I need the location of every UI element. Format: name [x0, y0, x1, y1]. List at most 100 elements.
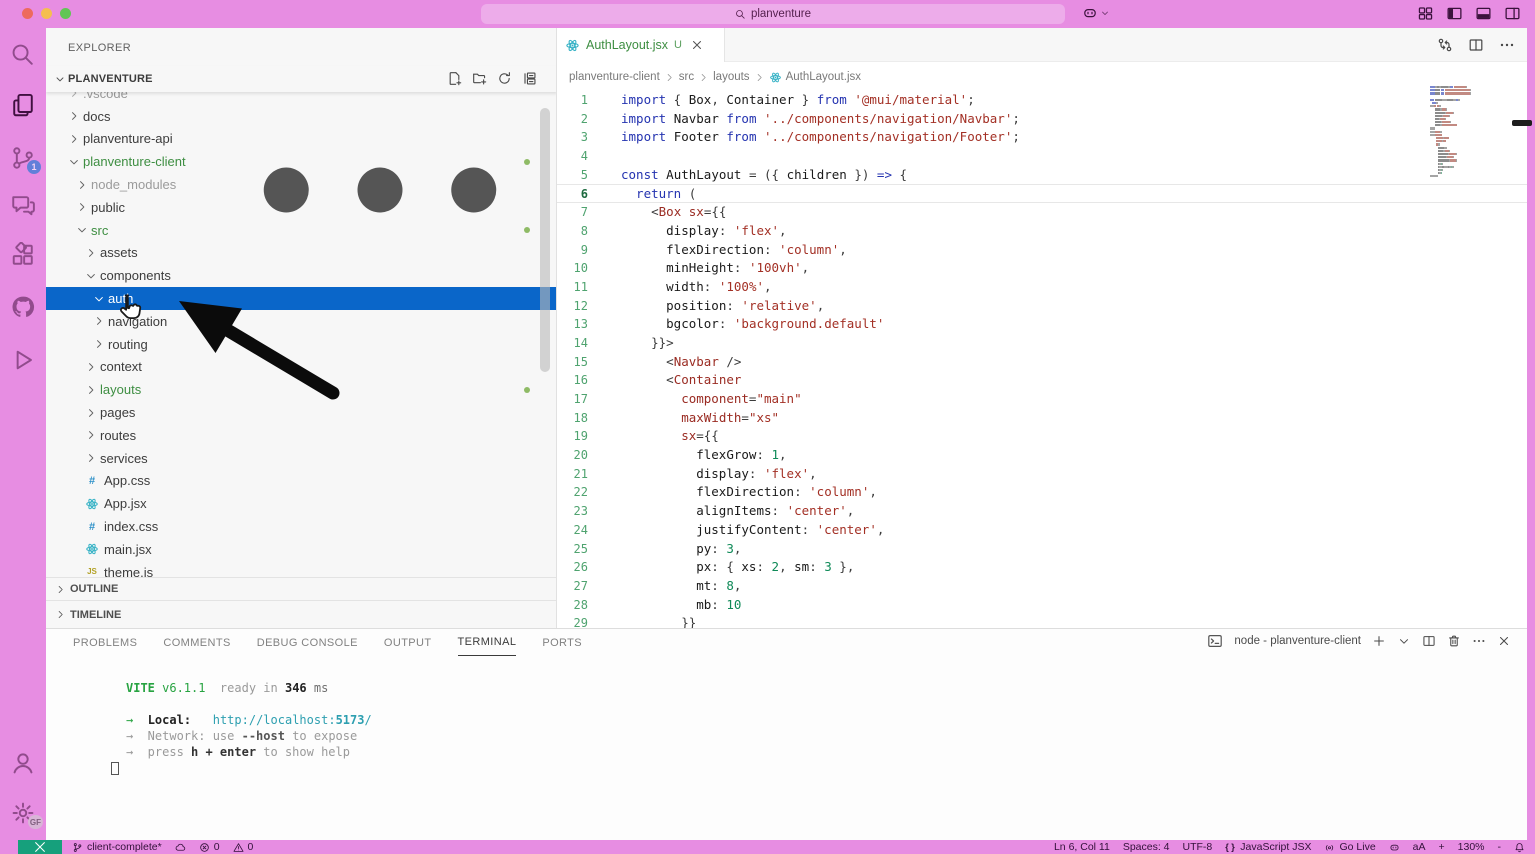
status-git-branch[interactable]: client-complete* — [72, 841, 162, 853]
minimap[interactable] — [1430, 86, 1478, 178]
activity-explorer-icon[interactable] — [10, 92, 36, 118]
code-line-16[interactable]: 16 <Container — [557, 371, 1527, 390]
code-line-28[interactable]: 28 mb: 10 — [557, 596, 1527, 615]
breadcrumb-item[interactable]: AuthLayout.jsx — [786, 71, 861, 83]
status-copilot-status[interactable] — [1389, 842, 1400, 853]
tree-item-auth[interactable]: auth — [46, 287, 556, 310]
tree-item-layouts[interactable]: layouts — [46, 378, 556, 401]
breadcrumb-item[interactable]: planventure-client — [569, 71, 660, 83]
outline-section[interactable]: OUTLINE — [46, 577, 556, 600]
tree-item-assets[interactable]: assets — [46, 242, 556, 265]
close-panel-icon[interactable] — [1497, 634, 1511, 648]
sidebar-scrollbar[interactable] — [540, 108, 550, 372]
code-line-26[interactable]: 26 px: { xs: 2, sm: 3 }, — [557, 558, 1527, 577]
status-zoom-out[interactable]: - — [1498, 841, 1502, 853]
new-terminal-icon[interactable] — [1372, 634, 1386, 648]
breadcrumb-item[interactable]: src — [679, 71, 694, 83]
toggle-secondary-sidebar-icon[interactable] — [1504, 5, 1521, 22]
terminal-profiles-icon[interactable] — [1397, 634, 1411, 648]
status-language-mode[interactable]: { } JavaScript JSX — [1225, 841, 1311, 853]
activity-chat-icon[interactable] — [10, 192, 36, 218]
terminal-title[interactable]: node - planventure-client — [1234, 635, 1361, 647]
panel-tab-output[interactable]: OUTPUT — [384, 629, 432, 656]
panel-tab-comments[interactable]: COMMENTS — [163, 629, 230, 656]
tree-item-pages[interactable]: pages — [46, 401, 556, 424]
code-line-13[interactable]: 13 bgcolor: 'background.default' — [557, 315, 1527, 334]
status-go-live[interactable]: Go Live — [1324, 841, 1376, 853]
terminal-output[interactable]: VITE v6.1.1 ready in 346 ms → Local: http… — [92, 655, 1527, 840]
code-line-12[interactable]: 12 position: 'relative', — [557, 297, 1527, 316]
activity-extensions-icon[interactable] — [10, 242, 36, 268]
tree-item-navigation[interactable]: navigation — [46, 310, 556, 333]
code-editor[interactable]: 1 import { Box, Container } from '@mui/ma… — [557, 88, 1527, 628]
status-indentation[interactable]: Spaces: 4 — [1123, 841, 1170, 853]
tree-item-app-css[interactable]: # App.css — [46, 470, 556, 493]
activity-search-icon[interactable] — [10, 42, 36, 68]
tree-item-node-modules[interactable]: node_modules — [46, 173, 556, 196]
customize-layout-icon[interactable] — [1417, 5, 1434, 22]
panel-tab-terminal[interactable]: TERMINAL — [457, 629, 517, 656]
tree-item-index-css[interactable]: # index.css — [46, 515, 556, 538]
tree-item-public[interactable]: public — [46, 196, 556, 219]
activity-accounts-icon[interactable] — [10, 750, 36, 776]
new-file-icon[interactable] — [447, 71, 462, 86]
command-center-search[interactable]: planventure — [481, 4, 1065, 24]
refresh-explorer-icon[interactable] — [497, 71, 512, 86]
panel-tab-problems[interactable]: PROBLEMS — [73, 629, 137, 656]
tab-authlayout[interactable]: AuthLayout.jsx U — [557, 28, 725, 62]
code-line-2[interactable]: 2 import Navbar from '../components/navig… — [557, 110, 1527, 129]
collapse-folders-icon[interactable] — [522, 71, 537, 86]
new-folder-icon[interactable] — [472, 71, 487, 86]
activity-github-icon[interactable] — [10, 294, 36, 320]
close-icon[interactable] — [690, 38, 704, 52]
code-line-3[interactable]: 3 import Footer from '../components/navig… — [557, 128, 1527, 147]
status-zoom-in[interactable]: + — [1439, 841, 1445, 853]
code-line-4[interactable]: 4 — [557, 147, 1527, 166]
split-editor-icon[interactable] — [1468, 37, 1484, 53]
code-line-5[interactable]: 5 const AuthLayout = ({ children }) => { — [557, 166, 1527, 185]
code-line-23[interactable]: 23 alignItems: 'center', — [557, 502, 1527, 521]
tree-item-docs[interactable]: docs — [46, 105, 556, 128]
code-line-29[interactable]: 29 }} — [557, 614, 1527, 628]
code-line-27[interactable]: 27 mt: 8, — [557, 577, 1527, 596]
tree-item-app-jsx[interactable]: App.jsx — [46, 492, 556, 515]
explorer-section-header[interactable]: PLANVENTURE — [46, 66, 556, 92]
code-line-7[interactable]: 7 <Box sx={{ — [557, 203, 1527, 222]
tree-item-routes[interactable]: routes — [46, 424, 556, 447]
code-line-17[interactable]: 17 component="main" — [557, 390, 1527, 409]
code-line-14[interactable]: 14 }}> — [557, 334, 1527, 353]
panel-tab-debug-console[interactable]: DEBUG CONSOLE — [257, 629, 358, 656]
tree-item-planventure-client[interactable]: planventure-client — [46, 150, 556, 173]
code-line-21[interactable]: 21 display: 'flex', — [557, 465, 1527, 484]
remote-indicator[interactable] — [18, 840, 62, 854]
toggle-panel-icon[interactable] — [1475, 5, 1492, 22]
code-line-18[interactable]: 18 maxWidth="xs" — [557, 409, 1527, 428]
code-line-20[interactable]: 20 flexGrow: 1, — [557, 446, 1527, 465]
terminal-more-icon[interactable] — [1472, 634, 1486, 648]
breadcrumb[interactable]: planventure-client src layouts AuthLayout.j… — [569, 66, 861, 88]
code-line-25[interactable]: 25 py: 3, — [557, 540, 1527, 559]
toggle-primary-sidebar-icon[interactable] — [1446, 5, 1463, 22]
activity-run-debug-icon[interactable] — [10, 347, 36, 373]
tree-item-services[interactable]: services — [46, 447, 556, 470]
code-line-10[interactable]: 10 minHeight: '100vh', — [557, 259, 1527, 278]
tree-item-components[interactable]: components — [46, 264, 556, 287]
open-changes-icon[interactable] — [1437, 37, 1453, 53]
tree-item-routing[interactable]: routing — [46, 333, 556, 356]
close-window-button[interactable] — [22, 8, 33, 19]
tree-item-src[interactable]: src — [46, 219, 556, 242]
status-errors[interactable]: 0 — [199, 841, 220, 853]
status-notifications[interactable] — [1514, 842, 1525, 853]
status-warnings[interactable]: 0 — [233, 841, 253, 853]
panel-tab-ports[interactable]: PORTS — [542, 629, 582, 656]
status-encoding[interactable]: UTF-8 — [1183, 841, 1213, 853]
activity-source-control-icon[interactable]: 1 — [10, 145, 41, 174]
code-line-24[interactable]: 24 justifyContent: 'center', — [557, 521, 1527, 540]
activity-settings-icon[interactable]: GF — [10, 800, 43, 829]
code-line-19[interactable]: 19 sx={{ — [557, 427, 1527, 446]
kill-terminal-icon[interactable] — [1447, 634, 1461, 648]
zoom-window-button[interactable] — [60, 8, 71, 19]
code-line-9[interactable]: 9 flexDirection: 'column', — [557, 241, 1527, 260]
status-publish-changes[interactable] — [175, 842, 186, 853]
tree-item-planventure-api[interactable]: planventure-api — [46, 128, 556, 151]
